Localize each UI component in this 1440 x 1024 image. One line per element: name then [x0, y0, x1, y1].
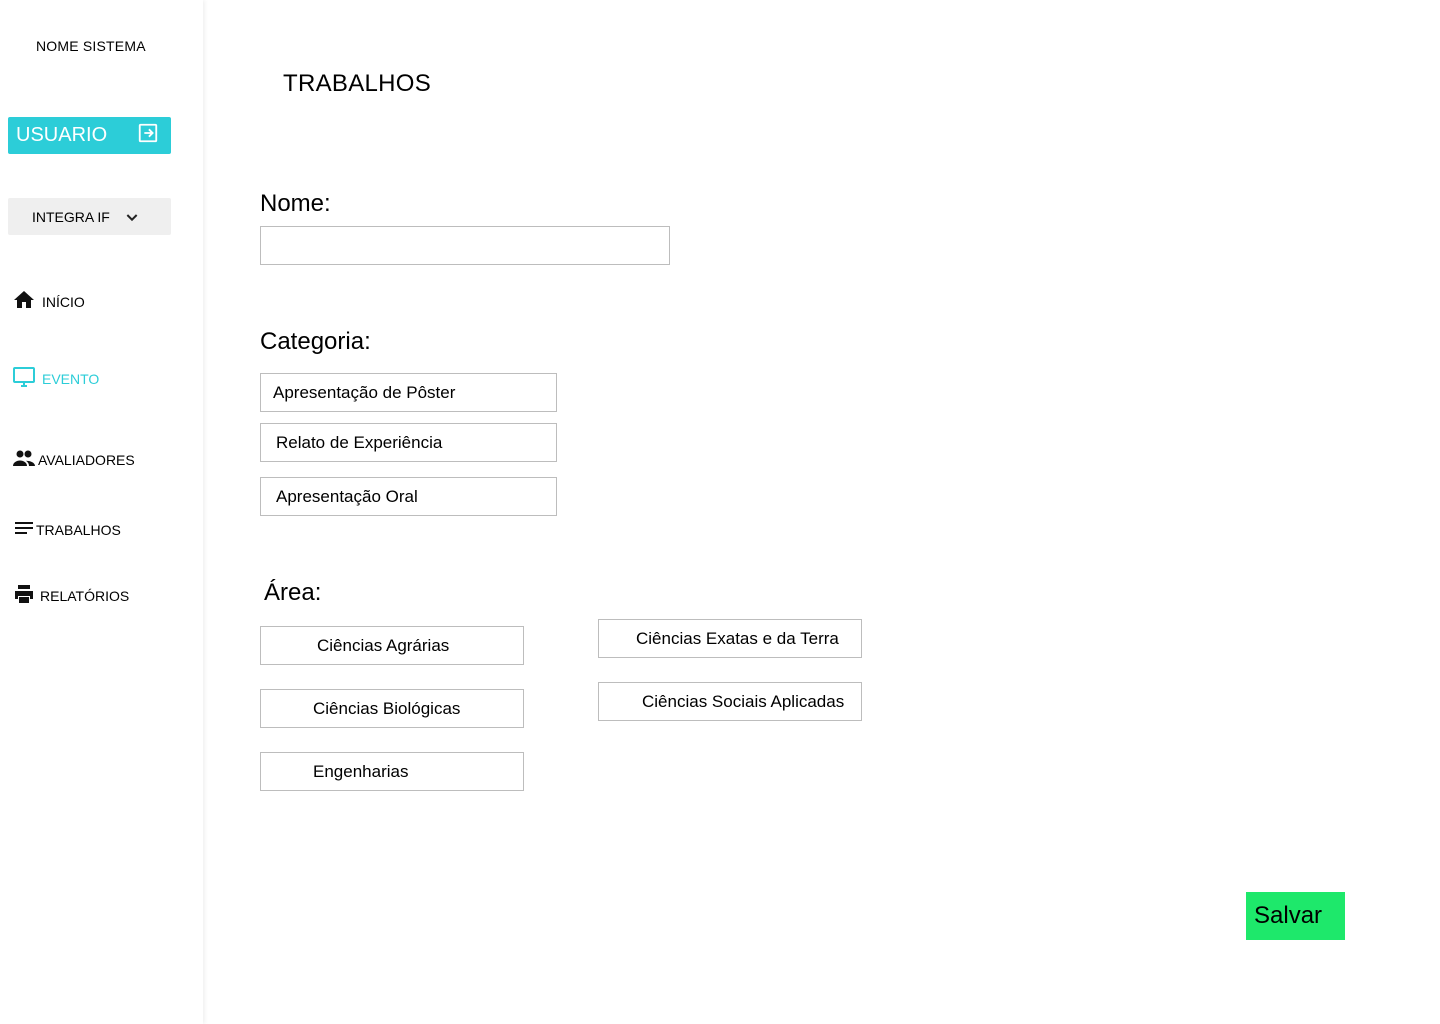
area-option-label: Ciências Biológicas [313, 698, 461, 718]
category-option[interactable]: Relato de Experiência [260, 423, 557, 462]
event-select[interactable]: INTEGRA IF [8, 198, 171, 235]
chevron-down-icon [124, 209, 140, 225]
logout-icon [137, 122, 159, 150]
area-option[interactable]: Engenharias [260, 752, 524, 791]
sidebar-item-label: TRABALHOS [36, 521, 121, 538]
user-button[interactable]: USUARIO [8, 117, 171, 154]
sidebar-item-label: EVENTO [42, 370, 100, 387]
home-icon [12, 288, 42, 315]
category-option-label: Relato de Experiência [276, 432, 443, 452]
area-option-label: Ciências Agrárias [317, 635, 450, 655]
event-select-value: INTEGRA IF [32, 208, 110, 225]
save-button[interactable]: Salvar [1246, 892, 1345, 940]
area-label: Área: [264, 579, 322, 606]
sidebar-item-label: INÍCIO [42, 293, 85, 310]
category-option-label: Apresentação de Pôster [273, 382, 456, 402]
sidebar: NOME SISTEMA USUARIO INTEGRA IF INÍCIO E… [0, 0, 203, 1024]
category-option-label: Apresentação Oral [276, 486, 418, 506]
name-input[interactable] [260, 226, 670, 265]
sidebar-item-relatorios[interactable]: RELATÓRIOS [12, 582, 129, 609]
printer-icon [12, 582, 42, 609]
page-title: TRABALHOS [283, 70, 432, 97]
sidebar-item-trabalhos[interactable]: TRABALHOS [12, 516, 121, 543]
sidebar-item-label: RELATÓRIOS [40, 587, 130, 604]
category-option[interactable]: Apresentação Oral [260, 477, 557, 516]
category-label: Categoria: [260, 328, 371, 355]
user-button-label: USUARIO [16, 124, 108, 146]
area-option[interactable]: Ciências Biológicas [260, 689, 524, 728]
area-option-label: Ciências Exatas e da Terra [636, 628, 839, 648]
monitor-icon [12, 365, 42, 392]
area-option[interactable]: Ciências Exatas e da Terra [598, 619, 862, 658]
system-name: NOME SISTEMA [36, 38, 146, 54]
category-option[interactable]: Apresentação de Pôster [260, 373, 557, 412]
name-label: Nome: [260, 190, 331, 217]
area-option[interactable]: Ciências Sociais Aplicadas [598, 682, 862, 721]
save-button-label: Salvar [1254, 902, 1323, 929]
sidebar-item-evento[interactable]: EVENTO [12, 365, 99, 392]
sidebar-item-label: AVALIADORES [38, 451, 135, 468]
area-option[interactable]: Ciências Agrárias [260, 626, 524, 665]
area-option-label: Engenharias [313, 761, 409, 781]
sidebar-item-avaliadores[interactable]: AVALIADORES [12, 446, 135, 473]
sidebar-item-inicio[interactable]: INÍCIO [12, 288, 85, 315]
area-option-label: Ciências Sociais Aplicadas [642, 691, 845, 711]
